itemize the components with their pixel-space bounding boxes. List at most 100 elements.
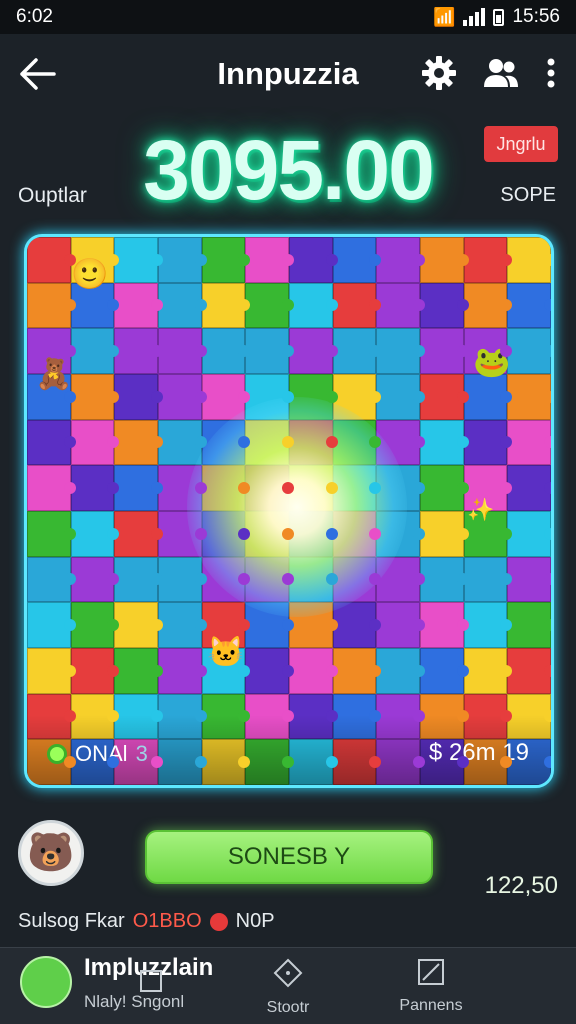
puzzle-piece[interactable] [376,465,425,511]
nav-item-square[interactable] [96,958,206,999]
puzzle-piece[interactable] [376,328,425,374]
puzzle-piece[interactable] [70,374,119,420]
puzzle-piece[interactable] [289,374,338,420]
puzzle-piece[interactable] [332,328,381,374]
puzzle-piece[interactable] [158,237,207,283]
puzzle-piece[interactable] [289,328,338,374]
puzzle-piece[interactable] [245,511,294,557]
puzzle-piece[interactable] [201,237,250,283]
puzzle-piece[interactable] [245,328,294,374]
puzzle-piece[interactable] [158,556,207,603]
puzzle-piece[interactable] [158,511,207,557]
puzzle-piece[interactable] [376,648,425,694]
puzzle-piece[interactable] [70,419,119,466]
puzzle-piece[interactable] [289,648,338,694]
puzzle-piece[interactable] [463,237,512,283]
puzzle-piece[interactable] [114,556,163,603]
puzzle-piece[interactable] [289,419,338,466]
puzzle-piece[interactable] [463,419,512,466]
puzzle-piece[interactable] [376,419,425,466]
puzzle-piece[interactable] [201,328,250,374]
puzzle-piece[interactable] [245,419,294,466]
puzzle-piece[interactable] [289,237,338,283]
nav-item-pannens[interactable]: Pannens [376,958,486,1015]
puzzle-piece[interactable] [420,556,469,603]
puzzle-piece[interactable] [245,556,294,603]
puzzle-piece[interactable] [420,602,469,648]
puzzle-piece[interactable] [420,282,469,329]
more-vert-icon[interactable] [544,54,558,92]
puzzle-piece[interactable] [245,282,294,329]
puzzle-piece[interactable] [27,511,76,557]
puzzle-piece[interactable] [158,328,207,374]
puzzle-piece[interactable] [114,465,163,511]
puzzle-piece[interactable] [376,282,425,329]
puzzle-piece[interactable] [158,602,207,648]
puzzle-piece[interactable] [332,602,381,648]
puzzle-piece[interactable] [158,648,207,694]
puzzle-piece[interactable] [70,465,119,511]
puzzle-piece[interactable] [420,511,469,557]
puzzle-piece[interactable] [463,374,512,420]
puzzle-piece[interactable] [507,374,551,420]
puzzle-piece[interactable] [289,465,338,511]
puzzle-piece[interactable] [114,648,163,694]
nav-item-stootr[interactable]: Stootr [233,958,343,1017]
puzzle-piece[interactable] [507,556,551,603]
puzzle-piece[interactable] [27,419,76,466]
puzzle-piece[interactable] [158,282,207,329]
puzzle-piece[interactable] [332,419,381,466]
puzzle-piece[interactable] [463,282,512,329]
puzzle-piece[interactable] [507,237,551,283]
puzzle-piece[interactable] [507,419,551,466]
puzzle-piece[interactable] [114,419,163,466]
puzzle-piece[interactable] [420,237,469,283]
puzzle-piece[interactable] [201,511,250,557]
puzzle-piece[interactable] [27,556,76,603]
gear-icon[interactable] [420,54,458,92]
puzzle-piece[interactable] [507,465,551,511]
puzzle-piece[interactable] [376,237,425,283]
puzzle-piece[interactable] [27,602,76,648]
puzzle-piece[interactable] [376,511,425,557]
puzzle-piece[interactable] [463,648,512,694]
puzzle-piece[interactable] [114,237,163,283]
puzzle-piece[interactable] [332,511,381,557]
puzzle-piece[interactable] [332,237,381,283]
puzzle-piece[interactable] [201,465,250,511]
puzzle-piece[interactable] [27,237,76,283]
puzzle-piece[interactable] [289,602,338,648]
puzzle-piece[interactable] [158,419,207,466]
puzzle-piece[interactable] [70,602,119,648]
puzzle-piece[interactable] [507,648,551,694]
puzzle-piece[interactable] [201,282,250,329]
puzzle-piece[interactable] [507,511,551,557]
puzzle-piece[interactable] [376,374,425,420]
puzzle-piece[interactable] [332,556,381,603]
avatar[interactable]: 🐻 [18,820,84,886]
primary-action-button[interactable]: SONESB Y [145,830,433,884]
puzzle-piece[interactable] [245,602,294,648]
puzzle-piece[interactable] [507,282,551,329]
puzzle-piece[interactable] [201,374,250,420]
puzzle-piece[interactable] [27,465,76,511]
puzzle-piece[interactable] [114,374,163,420]
puzzle-piece[interactable] [289,511,338,557]
puzzle-piece[interactable] [114,602,163,648]
puzzle-board[interactable]: 🙂 🧸 🐸 🐱 ✨ ONAl 3 $ 26m 19 [24,234,554,788]
back-arrow-icon[interactable] [18,56,58,92]
puzzle-piece[interactable] [376,556,425,603]
puzzle-piece[interactable] [70,556,119,603]
puzzle-piece[interactable] [158,465,207,511]
puzzle-piece[interactable] [332,374,381,420]
puzzle-piece[interactable] [114,282,163,329]
puzzle-piece[interactable] [463,602,512,648]
user-avatar[interactable] [20,956,72,1008]
puzzle-piece[interactable] [201,556,250,603]
puzzle-piece[interactable] [420,419,469,466]
puzzle-piece[interactable] [27,648,76,694]
puzzle-piece[interactable] [289,282,338,329]
people-icon[interactable] [482,54,520,92]
puzzle-piece[interactable] [158,374,207,420]
puzzle-piece[interactable] [289,556,338,603]
